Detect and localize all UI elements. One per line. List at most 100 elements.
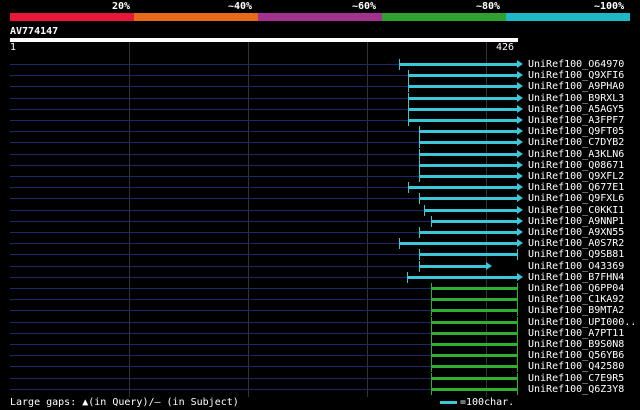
- query-line: [10, 176, 420, 177]
- hit-row[interactable]: UniRef100_A9NNP1: [10, 215, 630, 227]
- hit-row[interactable]: UniRef100_C1KA92: [10, 294, 630, 306]
- hit-row[interactable]: UniRef100_Q6PP04: [10, 283, 630, 294]
- hit-row[interactable]: UniRef100_O43369: [10, 260, 630, 272]
- hit-label[interactable]: UniRef100_A7PT11: [528, 328, 624, 339]
- hit-bar[interactable]: [430, 320, 518, 324]
- hit-arrow-icon: [517, 93, 523, 102]
- hit-label[interactable]: UniRef100_A3KLN6: [528, 149, 624, 160]
- hit-arrow-icon: [517, 194, 523, 203]
- hit-row[interactable]: UniRef100_A9XN55: [10, 227, 630, 238]
- hit-end-tick: [517, 361, 518, 373]
- hit-bar[interactable]: [407, 275, 518, 279]
- hit-row[interactable]: UniRef100_O64970: [10, 59, 630, 70]
- hit-bar[interactable]: [419, 152, 518, 156]
- hit-bar[interactable]: [408, 119, 518, 122]
- band-100: [506, 13, 630, 21]
- query-line: [10, 254, 420, 256]
- hit-label[interactable]: UniRef100_UPI000..: [528, 317, 636, 328]
- hit-label[interactable]: UniRef100_A9NNP1: [528, 216, 624, 227]
- hit-row[interactable]: UniRef100_A3FPF7: [10, 115, 630, 126]
- hit-label[interactable]: UniRef100_B9S0N8: [528, 339, 624, 350]
- hit-arrow-icon: [517, 60, 523, 68]
- hit-bar[interactable]: [408, 74, 518, 78]
- hit-bar[interactable]: [419, 253, 518, 257]
- hit-label[interactable]: UniRef100_B7FHN4: [528, 272, 624, 283]
- hit-row[interactable]: UniRef100_Q6Z3Y8: [10, 383, 630, 395]
- hit-row[interactable]: UniRef100_B9S0N8: [10, 339, 630, 350]
- hit-bar[interactable]: [408, 186, 518, 190]
- hit-bar[interactable]: [408, 107, 518, 111]
- hit-row[interactable]: UniRef100_Q56YB6: [10, 350, 630, 362]
- hit-bar[interactable]: [398, 242, 518, 246]
- hit-label[interactable]: UniRef100_B9RXL3: [528, 93, 624, 104]
- hit-row[interactable]: UniRef100_Q9SB81: [10, 249, 630, 261]
- hit-bar[interactable]: [419, 175, 518, 178]
- hit-row[interactable]: UniRef100_C7DYB2: [10, 137, 630, 149]
- hit-label[interactable]: UniRef100_A9PHA0: [528, 81, 624, 92]
- hit-row[interactable]: UniRef100_A3KLN6: [10, 148, 630, 160]
- hit-bar[interactable]: [430, 219, 518, 223]
- hit-row[interactable]: UniRef100_Q42580: [10, 361, 630, 373]
- hit-row[interactable]: UniRef100_C7E9R5: [10, 372, 630, 384]
- hit-label[interactable]: UniRef100_Q6Z3Y8: [528, 384, 624, 395]
- hit-bar[interactable]: [430, 309, 518, 313]
- hit-label[interactable]: UniRef100_A3FPF7: [528, 115, 624, 126]
- hit-row[interactable]: UniRef100_Q9FT05: [10, 126, 630, 138]
- hit-label[interactable]: UniRef100_Q9XFI6: [528, 70, 624, 81]
- hit-row[interactable]: UniRef100_A0S7R2: [10, 238, 630, 250]
- hit-bar[interactable]: [419, 141, 518, 145]
- hit-row[interactable]: UniRef100_Q9XFL2: [10, 171, 630, 182]
- hit-label[interactable]: UniRef100_C7DYB2: [528, 137, 624, 148]
- hit-label[interactable]: UniRef100_Q9XFL2: [528, 171, 624, 182]
- hit-row[interactable]: UniRef100_Q9XFI6: [10, 70, 630, 82]
- hit-label[interactable]: UniRef100_A0S7R2: [528, 238, 624, 249]
- hit-row[interactable]: UniRef100_B9RXL3: [10, 92, 630, 104]
- hit-arrow-icon: [517, 116, 523, 124]
- hit-bar[interactable]: [408, 96, 518, 100]
- hit-bar[interactable]: [430, 331, 518, 335]
- hit-bar[interactable]: [430, 387, 518, 391]
- hit-label[interactable]: UniRef100_A9XN55: [528, 227, 624, 238]
- hit-bar[interactable]: [430, 298, 518, 302]
- hit-row[interactable]: UniRef100_A7PT11: [10, 327, 630, 339]
- hit-label[interactable]: UniRef100_Q9FT05: [528, 126, 624, 137]
- hit-label[interactable]: UniRef100_A5AGY5: [528, 104, 624, 115]
- hit-bar[interactable]: [408, 85, 518, 89]
- hit-row[interactable]: UniRef100_Q08671: [10, 159, 630, 171]
- hit-label[interactable]: UniRef100_O43369: [528, 261, 624, 272]
- hit-label[interactable]: UniRef100_Q6PP04: [528, 283, 624, 294]
- hit-bar[interactable]: [419, 264, 487, 268]
- hit-label[interactable]: UniRef100_Q9SB81: [528, 249, 624, 260]
- hit-row[interactable]: UniRef100_Q9FXL6: [10, 193, 630, 205]
- hit-bar[interactable]: [419, 231, 518, 234]
- hit-label[interactable]: UniRef100_C1KA92: [528, 294, 624, 305]
- hit-bar[interactable]: [398, 63, 518, 66]
- hit-label[interactable]: UniRef100_Q9FXL6: [528, 193, 624, 204]
- hit-label[interactable]: UniRef100_Q56YB6: [528, 350, 624, 361]
- hit-row[interactable]: UniRef100_Q677E1: [10, 182, 630, 194]
- hit-row[interactable]: UniRef100_UPI000..: [10, 316, 636, 328]
- hit-bar[interactable]: [430, 343, 518, 346]
- hit-row[interactable]: UniRef100_B9MTA2: [10, 305, 630, 317]
- hit-label[interactable]: UniRef100_Q42580: [528, 361, 624, 372]
- hit-label[interactable]: UniRef100_B9MTA2: [528, 305, 624, 316]
- hit-bar[interactable]: [419, 197, 518, 201]
- hit-label[interactable]: UniRef100_Q677E1: [528, 182, 624, 193]
- hit-arrow-icon: [517, 216, 523, 225]
- hit-label[interactable]: UniRef100_Q08671: [528, 160, 624, 171]
- hit-row[interactable]: UniRef100_A9PHA0: [10, 81, 630, 93]
- hit-row[interactable]: UniRef100_C0KKI1: [10, 204, 630, 216]
- hit-bar[interactable]: [430, 365, 518, 369]
- hit-bar[interactable]: [419, 163, 518, 167]
- hit-label[interactable]: UniRef100_C0KKI1: [528, 205, 624, 216]
- hit-label[interactable]: UniRef100_O64970: [528, 59, 624, 70]
- hit-bar[interactable]: [430, 376, 518, 380]
- hit-bar[interactable]: [423, 208, 518, 212]
- query-line: [10, 131, 420, 133]
- hit-bar[interactable]: [430, 354, 518, 358]
- hit-bar[interactable]: [430, 287, 518, 290]
- hit-label[interactable]: UniRef100_C7E9R5: [528, 373, 624, 384]
- hit-bar[interactable]: [419, 130, 518, 134]
- hit-row[interactable]: UniRef100_A5AGY5: [10, 103, 630, 115]
- hit-row[interactable]: UniRef100_B7FHN4: [10, 271, 630, 283]
